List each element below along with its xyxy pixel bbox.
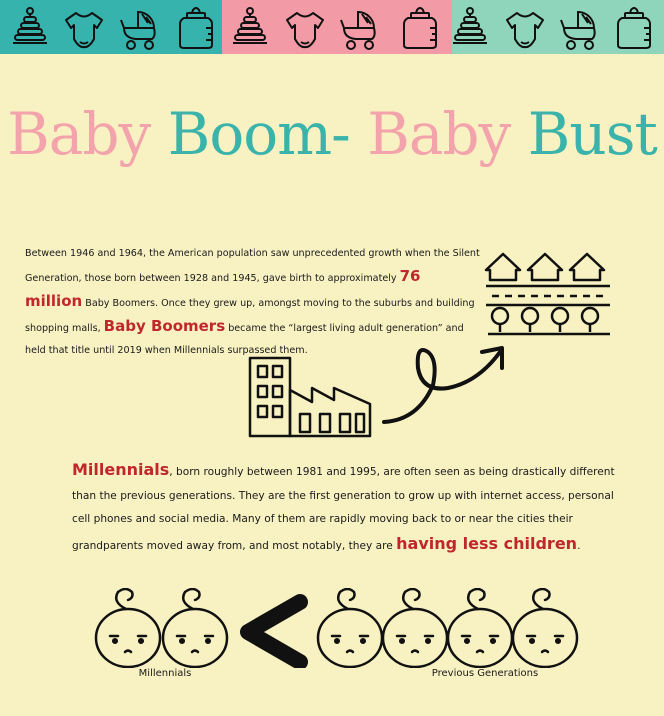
stacking-rings-toy-icon xyxy=(232,7,268,44)
city-buildings-illustration xyxy=(248,356,372,438)
baby-face-icon xyxy=(94,588,162,668)
baby-onesie-icon xyxy=(65,12,103,49)
highlight-having-less-children: having less children xyxy=(396,533,578,553)
baby-bottle-icon xyxy=(179,7,213,49)
millennials-label: Millennials xyxy=(138,668,192,679)
tree-icon xyxy=(490,306,510,332)
header-icon-strip xyxy=(12,7,651,50)
baby-stroller-icon xyxy=(560,11,596,50)
stacking-rings-toy-icon xyxy=(452,7,488,44)
previous-generations-label: Previous Generations xyxy=(431,668,539,679)
suburbs-illustration xyxy=(484,252,610,336)
title-baby-1: Baby xyxy=(7,100,151,168)
curvy-arrow-icon xyxy=(382,346,504,424)
tree-icon xyxy=(550,306,570,332)
baby-onesie-icon xyxy=(286,12,324,49)
title-baby-2: Baby xyxy=(367,100,511,168)
page-title: Baby Boom- Baby Bust xyxy=(0,100,664,168)
house-icon xyxy=(568,252,606,282)
baby-face-icon xyxy=(446,588,514,668)
tree-icon xyxy=(580,306,600,332)
baby-bottle-icon xyxy=(617,7,651,49)
highlight-millennials: Millennials xyxy=(72,460,170,479)
baby-stroller-icon xyxy=(340,11,376,50)
stacking-rings-toy-icon xyxy=(12,7,48,44)
baby-face-icon xyxy=(381,588,449,668)
millennials-paragraph: Millennials, born roughly between 1981 a… xyxy=(72,458,632,558)
baby-stroller-icon xyxy=(120,11,156,50)
title-boom: Boom- xyxy=(167,100,351,168)
baby-bottle-icon xyxy=(403,7,437,49)
house-icon xyxy=(484,252,522,282)
para2-text-b: . xyxy=(577,539,581,552)
highlight-baby-boomers: Baby Boomers xyxy=(103,317,226,335)
tree-icon xyxy=(520,306,540,332)
baby-face-icon xyxy=(511,588,579,668)
baby-comparison-graphic xyxy=(94,588,579,668)
baby-face-icon xyxy=(161,588,229,668)
house-icon xyxy=(526,252,564,282)
baby-face-icon xyxy=(316,588,384,668)
title-bust: Bust xyxy=(527,100,658,168)
less-than-symbol xyxy=(240,594,308,668)
baby-onesie-icon xyxy=(506,12,544,49)
